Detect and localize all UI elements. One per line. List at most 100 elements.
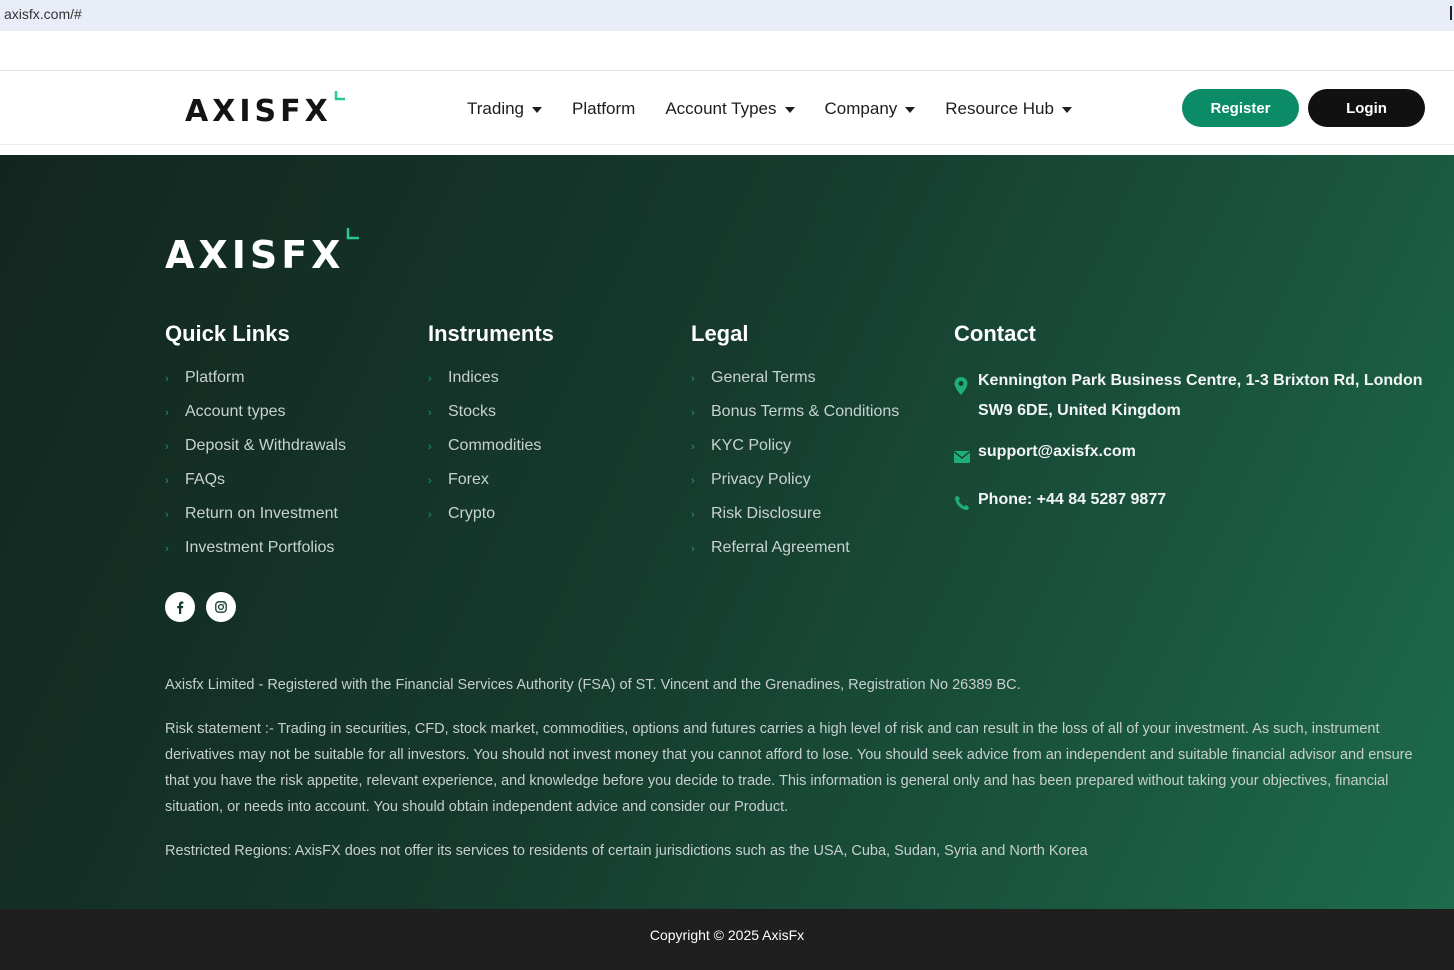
chevron-right-icon: › xyxy=(165,543,169,555)
chevron-right-icon: › xyxy=(165,475,169,487)
quick-link-return-on-investment[interactable]: › Return on Investment xyxy=(165,505,346,539)
link-label: Account types xyxy=(185,403,286,420)
link-label: Indices xyxy=(448,369,499,386)
browser-address-bar[interactable]: axisfx.com/# xyxy=(0,0,1454,31)
chevron-right-icon: › xyxy=(165,407,169,419)
contact-address: Kennington Park Business Centre, 1-3 Bri… xyxy=(954,369,1424,426)
url-text[interactable]: axisfx.com/# xyxy=(4,6,82,22)
instruments-column: Instruments › Indices › Stocks › Commoditie… xyxy=(428,321,554,539)
link-label: Return on Investment xyxy=(185,505,338,522)
link-label: General Terms xyxy=(711,369,816,386)
chevron-right-icon: › xyxy=(691,509,695,521)
link-label: Platform xyxy=(185,369,245,386)
nav-resource-hub-label: Resource Hub xyxy=(945,98,1054,118)
link-label: KYC Policy xyxy=(711,437,792,454)
link-label: Commodities xyxy=(448,437,542,454)
link-label: Bonus Terms & Conditions xyxy=(711,403,900,420)
instrument-stocks[interactable]: › Stocks xyxy=(428,403,554,437)
link-label: Privacy Policy xyxy=(711,471,811,488)
quick-link-account-types[interactable]: › Account types xyxy=(165,403,346,437)
quick-link-platform[interactable]: › Platform xyxy=(165,369,346,403)
nav-platform-label: Platform xyxy=(572,98,636,118)
instrument-crypto[interactable]: › Crypto xyxy=(428,505,554,539)
nav-resource-hub[interactable]: Resource Hub xyxy=(945,99,1072,119)
legal-kyc-policy[interactable]: › KYC Policy xyxy=(691,437,899,471)
logo-text: AXISFX xyxy=(185,94,332,129)
quick-links-column: Quick Links › Platform › Account types › De… xyxy=(165,321,346,573)
registration-text: Axisfx Limited - Registered with the Fin… xyxy=(165,677,1021,693)
facebook-icon xyxy=(177,601,184,614)
link-label: Stocks xyxy=(448,403,497,420)
legal-column: Legal › General Terms › Bonus Terms & Cond… xyxy=(691,321,899,573)
chevron-right-icon: › xyxy=(428,509,432,521)
nav-account-types[interactable]: Account Types xyxy=(665,98,795,119)
nav-account-types-label: Account Types xyxy=(665,98,777,118)
link-label: FAQs xyxy=(185,471,226,488)
quick-link-investment-portfolios[interactable]: › Investment Portfolios xyxy=(165,539,346,573)
email-text[interactable]: support@axisfx.com xyxy=(978,437,1136,467)
chevron-right-icon: › xyxy=(165,441,169,453)
legal-general-terms[interactable]: › General Terms xyxy=(691,369,899,403)
address-text: Kennington Park Business Centre, 1-3 Bri… xyxy=(978,372,1423,419)
chevron-right-icon: › xyxy=(691,407,695,419)
legal-bonus-terms[interactable]: › Bonus Terms & Conditions xyxy=(691,403,899,437)
chevron-right-icon: › xyxy=(691,475,695,487)
link-label: Crypto xyxy=(448,505,496,522)
nav-company[interactable]: Company xyxy=(825,99,916,119)
link-label: Investment Portfolios xyxy=(185,539,335,556)
header-logo[interactable]: AXISFX xyxy=(185,91,345,129)
nav-trading-label: Trading xyxy=(467,98,525,118)
logo-accent-icon xyxy=(334,91,345,101)
chevron-right-icon: › xyxy=(428,475,432,487)
instrument-commodities[interactable]: › Commodities xyxy=(428,437,554,471)
instagram-icon xyxy=(215,601,227,613)
scrollbar-handle[interactable] xyxy=(1450,6,1452,20)
nav-platform[interactable]: Platform xyxy=(572,99,635,119)
instrument-indices[interactable]: › Indices xyxy=(428,369,554,403)
register-button[interactable]: Register xyxy=(1182,89,1299,127)
footer-logo-text: AXISFX xyxy=(165,233,345,277)
contact-column: Contact Kennington Park Business Centre,… xyxy=(954,321,1424,533)
chevron-right-icon: › xyxy=(165,509,169,521)
link-label: Deposit & Withdrawals xyxy=(185,437,346,454)
instagram-button[interactable] xyxy=(206,592,236,622)
link-label: Risk Disclosure xyxy=(711,505,822,522)
legal-privacy-policy[interactable]: › Privacy Policy xyxy=(691,471,899,505)
chevron-right-icon: › xyxy=(428,441,432,453)
nav-trading[interactable]: Trading xyxy=(467,98,543,119)
legal-risk-disclosure[interactable]: › Risk Disclosure xyxy=(691,505,899,539)
contact-title: Contact xyxy=(954,321,1036,346)
login-button[interactable]: Login xyxy=(1308,89,1425,127)
facebook-button[interactable] xyxy=(165,592,195,622)
link-label: Forex xyxy=(448,471,489,488)
instrument-forex[interactable]: › Forex xyxy=(428,471,554,505)
contact-phone[interactable]: Phone: +44 84 5287 9877 xyxy=(954,485,1424,522)
site-header: AXISFX Trading Platform Account Types Co… xyxy=(0,72,1454,145)
envelope-icon xyxy=(954,444,978,474)
footer-logo[interactable]: AXISFX xyxy=(165,228,360,277)
chevron-right-icon: › xyxy=(691,441,695,453)
risk-statement-text: Risk statement :- Trading in securities,… xyxy=(165,721,1413,815)
copyright-text: Copyright © 2025 AxisFx xyxy=(649,926,805,943)
map-pin-icon xyxy=(954,376,978,406)
caret-down-icon xyxy=(1061,106,1072,113)
chevron-right-icon: › xyxy=(428,373,432,385)
quick-link-faqs[interactable]: › FAQs xyxy=(165,471,346,505)
chevron-right-icon: › xyxy=(691,373,695,385)
logo-accent-icon xyxy=(347,228,360,240)
caret-down-icon xyxy=(784,106,795,113)
caret-down-icon xyxy=(532,106,543,113)
legal-referral-agreement[interactable]: › Referral Agreement xyxy=(691,539,899,573)
legal-disclaimer: Axisfx Limited - Registered with the Fin… xyxy=(165,672,1420,882)
quick-links-title: Quick Links xyxy=(165,321,290,346)
contact-email[interactable]: support@axisfx.com xyxy=(954,437,1424,474)
header-spacer xyxy=(0,146,1454,155)
caret-down-icon xyxy=(905,106,916,113)
chevron-right-icon: › xyxy=(428,407,432,419)
legal-title: Legal xyxy=(691,321,749,346)
quick-link-deposit-withdrawals[interactable]: › Deposit & Withdrawals xyxy=(165,437,346,471)
phone-text[interactable]: Phone: +44 84 5287 9877 xyxy=(978,485,1166,515)
nav-company-label: Company xyxy=(824,98,898,118)
chevron-right-icon: › xyxy=(691,543,695,555)
restricted-regions-text: Restricted Regions: AxisFX does not offe… xyxy=(165,843,1088,859)
